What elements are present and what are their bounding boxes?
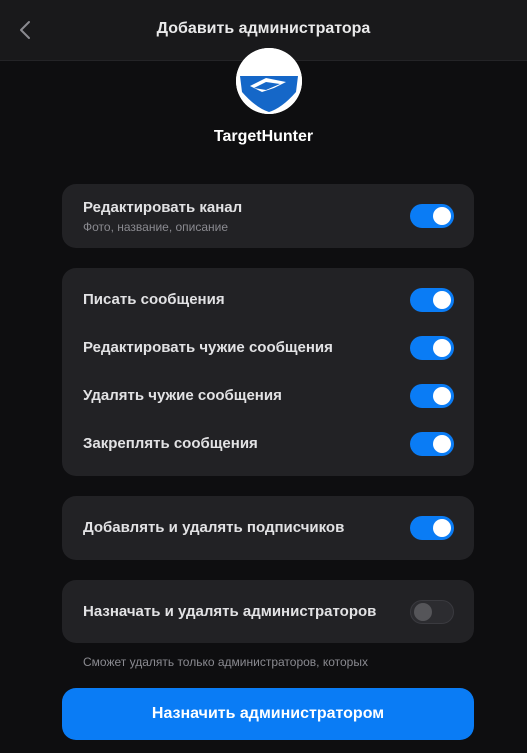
pin-messages-toggle[interactable] — [410, 432, 454, 456]
manage-admins-label: Назначать и удалять администраторов — [83, 603, 377, 620]
toggle-knob — [433, 207, 451, 225]
permission-label: Редактировать чужие сообщения — [83, 339, 333, 356]
manage-subscribers-label: Добавлять и удалять подписчиков — [83, 519, 345, 536]
edit-others-toggle[interactable] — [410, 336, 454, 360]
toggle-knob — [433, 339, 451, 357]
admins-hint: Сможет удалять только администраторов, к… — [83, 655, 368, 669]
toggle-knob — [414, 603, 432, 621]
channel-name: TargetHunter — [213, 128, 314, 145]
toggle-knob — [433, 519, 451, 537]
edit-channel-subtitle: Фото, название, описание — [83, 220, 229, 234]
permission-label: Удалять чужие сообщения — [83, 387, 282, 404]
channel-avatar — [236, 48, 302, 114]
messages-permissions-card: Писать сообщения Редактировать чужие соо… — [62, 268, 474, 476]
permission-row-post[interactable]: Писать сообщения — [62, 276, 474, 324]
toggle-knob — [433, 435, 451, 453]
channel-logo — [236, 48, 302, 114]
toggle-knob — [433, 387, 451, 405]
edit-channel-toggle[interactable] — [410, 204, 454, 228]
toggle-knob — [433, 291, 451, 309]
manage-subscribers-row[interactable]: Добавлять и удалять подписчиков — [62, 496, 474, 560]
subscribers-card: Добавлять и удалять подписчиков — [62, 496, 474, 560]
assign-admin-button[interactable]: Назначить администратором — [62, 688, 474, 740]
delete-others-toggle[interactable] — [410, 384, 454, 408]
admins-card: Назначать и удалять администраторов — [62, 580, 474, 643]
permission-row-pin[interactable]: Закреплять сообщения — [62, 420, 474, 468]
permission-row-edit-others[interactable]: Редактировать чужие сообщения — [62, 324, 474, 372]
edit-channel-card: Редактировать канал Фото, название, опис… — [62, 184, 474, 248]
post-messages-toggle[interactable] — [410, 288, 454, 312]
manage-admins-row[interactable]: Назначать и удалять администраторов — [62, 580, 474, 643]
manage-subscribers-toggle[interactable] — [410, 516, 454, 540]
edit-channel-row[interactable]: Редактировать канал Фото, название, опис… — [62, 184, 474, 248]
permission-label: Закреплять сообщения — [83, 435, 258, 452]
page-title: Добавить администратора — [156, 20, 371, 37]
edit-channel-label: Редактировать канал — [83, 199, 243, 216]
manage-admins-toggle[interactable] — [410, 600, 454, 624]
permission-label: Писать сообщения — [83, 291, 225, 308]
permission-row-delete-others[interactable]: Удалять чужие сообщения — [62, 372, 474, 420]
